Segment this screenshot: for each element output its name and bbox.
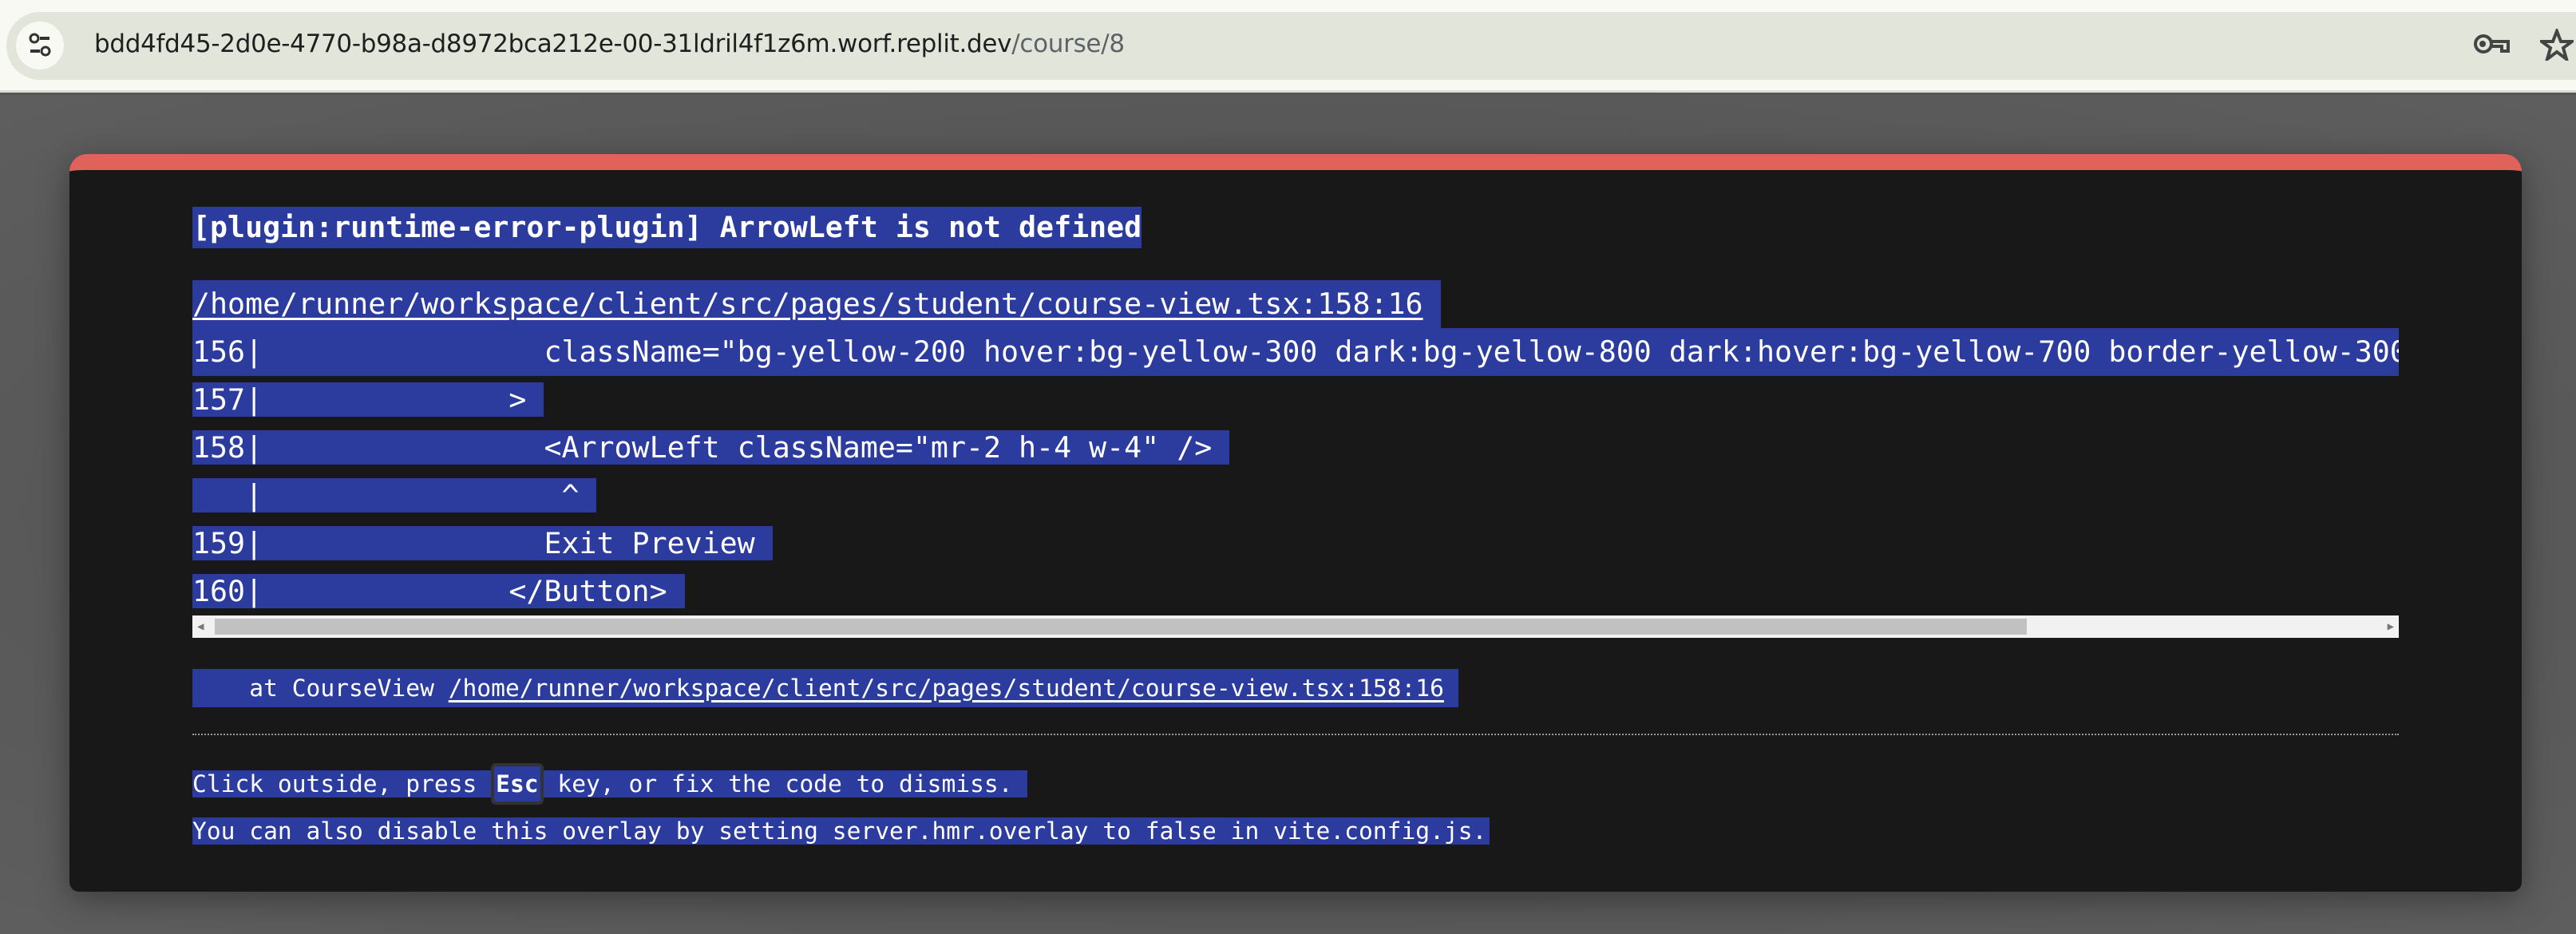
stack-file-link[interactable]: /home/runner/workspace/client/src/pages/… xyxy=(449,675,1444,702)
code-line: 160| </Button> xyxy=(192,574,685,608)
code-line: 158| <ArrowLeft className="mr-2 h-4 w-4"… xyxy=(192,430,1230,465)
divider xyxy=(192,734,2399,735)
browser-toolbar: bdd4fd45-2d0e-4770-b98a-d8972bca212e-00-… xyxy=(0,0,2576,93)
tip-text: key, or fix the code to dismiss. xyxy=(543,770,1027,797)
horizontal-scrollbar[interactable]: ◀ ▶ xyxy=(192,615,2399,638)
stack-trace: at CourseView /home/runner/workspace/cli… xyxy=(192,669,1458,707)
error-file-link-row: /home/runner/workspace/client/src/pages/… xyxy=(192,280,1441,328)
tip-text: Click outside, press xyxy=(192,770,492,797)
tip-text-config: You can also disable this overlay by set… xyxy=(192,817,1490,845)
code-caret-line: | ^ xyxy=(192,478,597,513)
error-file-link[interactable]: /home/runner/workspace/client/src/pages/… xyxy=(192,287,1423,321)
url-path: /course/8 xyxy=(1011,30,1125,58)
bookmark-star-icon[interactable] xyxy=(2536,26,2576,64)
site-settings-icon[interactable] xyxy=(16,22,64,69)
error-message: [plugin:runtime-error-plugin] ArrowLeft … xyxy=(192,207,1142,248)
code-line: 156| className="bg-yellow-200 hover:bg-y… xyxy=(192,328,2399,376)
error-overlay: [plugin:runtime-error-plugin] ArrowLeft … xyxy=(69,154,2522,892)
code-frame: 156| className="bg-yellow-200 hover:bg-y… xyxy=(192,328,2399,638)
code-line: 159| Exit Preview xyxy=(192,526,773,560)
code-line: 157| > xyxy=(192,382,544,417)
dismiss-tip: Click outside, press Esc key, or fix the… xyxy=(192,761,1490,855)
esc-key: Esc xyxy=(491,763,544,805)
stack-prefix: at CourseView xyxy=(192,675,449,702)
url-text[interactable]: bdd4fd45-2d0e-4770-b98a-d8972bca212e-00-… xyxy=(94,30,1125,58)
address-bar[interactable]: bdd4fd45-2d0e-4770-b98a-d8972bca212e-00-… xyxy=(6,12,2576,80)
scroll-right-arrow-icon[interactable]: ▶ xyxy=(2388,620,2394,633)
scroll-left-arrow-icon[interactable]: ◀ xyxy=(197,620,204,633)
password-key-icon[interactable] xyxy=(2473,32,2511,59)
code-snippet: 156| className="bg-yellow-200 hover:bg-y… xyxy=(192,328,2399,615)
scrollbar-thumb[interactable] xyxy=(215,619,2027,635)
url-host: bdd4fd45-2d0e-4770-b98a-d8972bca212e-00-… xyxy=(94,30,1012,58)
